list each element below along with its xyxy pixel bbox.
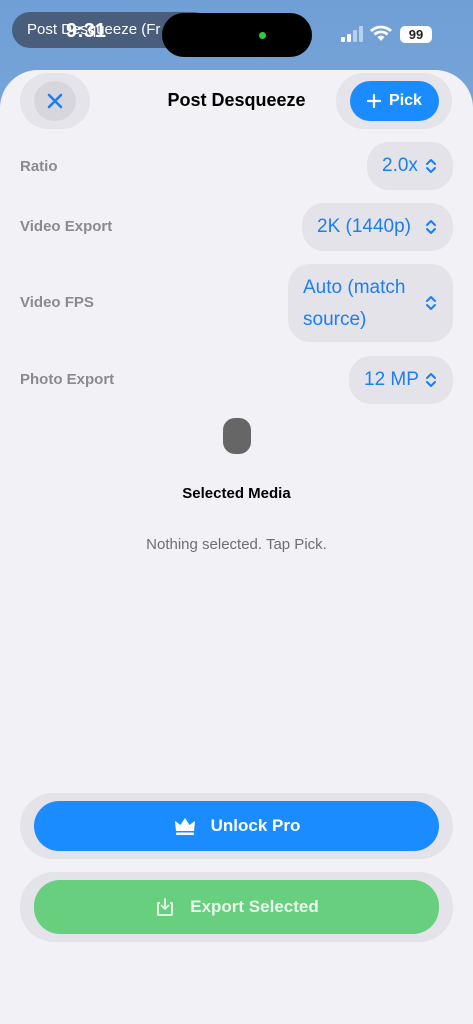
plus-icon (367, 94, 382, 108)
photo-export-value: 12 MP (364, 369, 419, 390)
chevron-up-down-icon (426, 159, 436, 173)
photo-export-label: Photo Export (20, 371, 115, 388)
video-fps-label: Video FPS (20, 294, 94, 311)
ratio-picker[interactable]: 2.0x (367, 142, 453, 190)
video-fps-value-line1: Auto (match (303, 277, 406, 298)
chevron-up-down-icon (426, 296, 436, 310)
status-bar: Post Desqueeze (Fr 9:31 99 (0, 0, 473, 70)
video-export-picker[interactable]: 2K (1440p) (302, 203, 453, 251)
video-fps-value-line2: source) (303, 309, 367, 330)
settings-sheet: Post Desqueeze Pick Ratio 2.0x Video Exp… (0, 70, 473, 1024)
video-fps-picker[interactable]: Auto (match source) (288, 264, 453, 342)
video-export-value: 2K (1440p) (317, 216, 412, 237)
export-selected-button[interactable]: Export Selected (34, 880, 439, 934)
cellular-signal-icon (341, 26, 363, 42)
crown-icon (174, 818, 195, 835)
battery-indicator: 99 (400, 26, 432, 43)
export-button-container: Export Selected (20, 872, 453, 942)
pick-button[interactable]: Pick (350, 81, 439, 121)
pick-button-container: Pick (336, 73, 452, 129)
chevron-up-down-icon (426, 220, 436, 234)
chevron-up-down-icon (426, 373, 436, 387)
ratio-label: Ratio (20, 158, 58, 175)
media-placeholder-icon (223, 418, 251, 454)
selected-media-title: Selected Media (182, 485, 291, 502)
export-icon (157, 898, 174, 916)
dynamic-island (162, 13, 312, 57)
photo-export-picker[interactable]: 12 MP (349, 356, 453, 404)
unlock-button-container: Unlock Pro (20, 793, 453, 859)
pick-button-label: Pick (389, 92, 422, 109)
export-selected-label: Export Selected (190, 897, 319, 916)
unlock-pro-label: Unlock Pro (210, 816, 301, 835)
ratio-value: 2.0x (382, 155, 418, 176)
camera-indicator-icon (259, 32, 266, 39)
unlock-pro-button[interactable]: Unlock Pro (34, 801, 439, 851)
wifi-icon (370, 25, 392, 41)
empty-state-text: Nothing selected. Tap Pick. (146, 536, 327, 553)
video-export-label: Video Export (20, 218, 113, 235)
status-time: 9:31 (66, 20, 107, 42)
